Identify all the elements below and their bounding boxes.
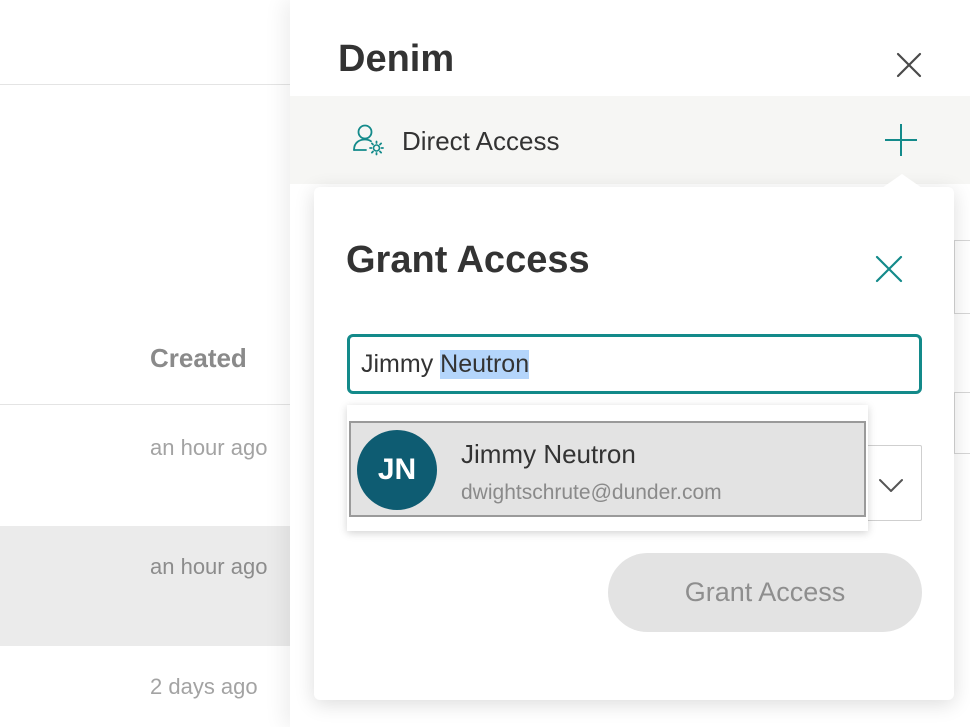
- chevron-down-icon: [879, 479, 903, 492]
- divider: [0, 84, 291, 85]
- plus-icon[interactable]: [884, 123, 918, 157]
- created-cell: an hour ago: [150, 435, 268, 460]
- search-typed-text: Jimmy: [361, 349, 441, 378]
- suggestion-email: dwightschrute@dunder.com: [461, 481, 722, 504]
- direct-access-label: Direct Access: [402, 126, 560, 156]
- created-column-header[interactable]: Created: [150, 343, 247, 374]
- hidden-field: [954, 392, 970, 454]
- search-selected-text: Neutron: [440, 349, 530, 379]
- avatar: JN: [357, 430, 437, 510]
- close-icon[interactable]: [875, 255, 903, 283]
- grant-access-button[interactable]: Grant Access: [608, 553, 922, 632]
- user-settings-icon: [353, 124, 384, 156]
- table-row[interactable]: an hour ago: [0, 405, 291, 525]
- drawer-title: Denim: [338, 38, 455, 80]
- popover-title: Grant Access: [346, 239, 590, 281]
- user-suggestion-list: JN Jimmy Neutron dwightschrute@dunder.co…: [347, 405, 868, 531]
- suggestion-name: Jimmy Neutron: [461, 439, 636, 469]
- table-row[interactable]: an hour ago: [0, 526, 291, 646]
- suggestion-item[interactable]: JN Jimmy Neutron dwightschrute@dunder.co…: [349, 421, 866, 517]
- created-cell: 2 days ago: [150, 674, 258, 699]
- direct-access-section-header: Direct Access: [290, 96, 970, 184]
- close-icon[interactable]: [896, 52, 922, 78]
- popover-arrow: [882, 174, 922, 188]
- table-row[interactable]: 2 days ago: [0, 646, 291, 727]
- created-cell: an hour ago: [150, 554, 268, 579]
- hidden-field: [954, 240, 970, 314]
- user-search-input[interactable]: Jimmy Neutron: [347, 334, 922, 394]
- background-table: Created an hour ago an hour ago 2 days a…: [0, 0, 291, 727]
- page: Created an hour ago an hour ago 2 days a…: [0, 0, 970, 727]
